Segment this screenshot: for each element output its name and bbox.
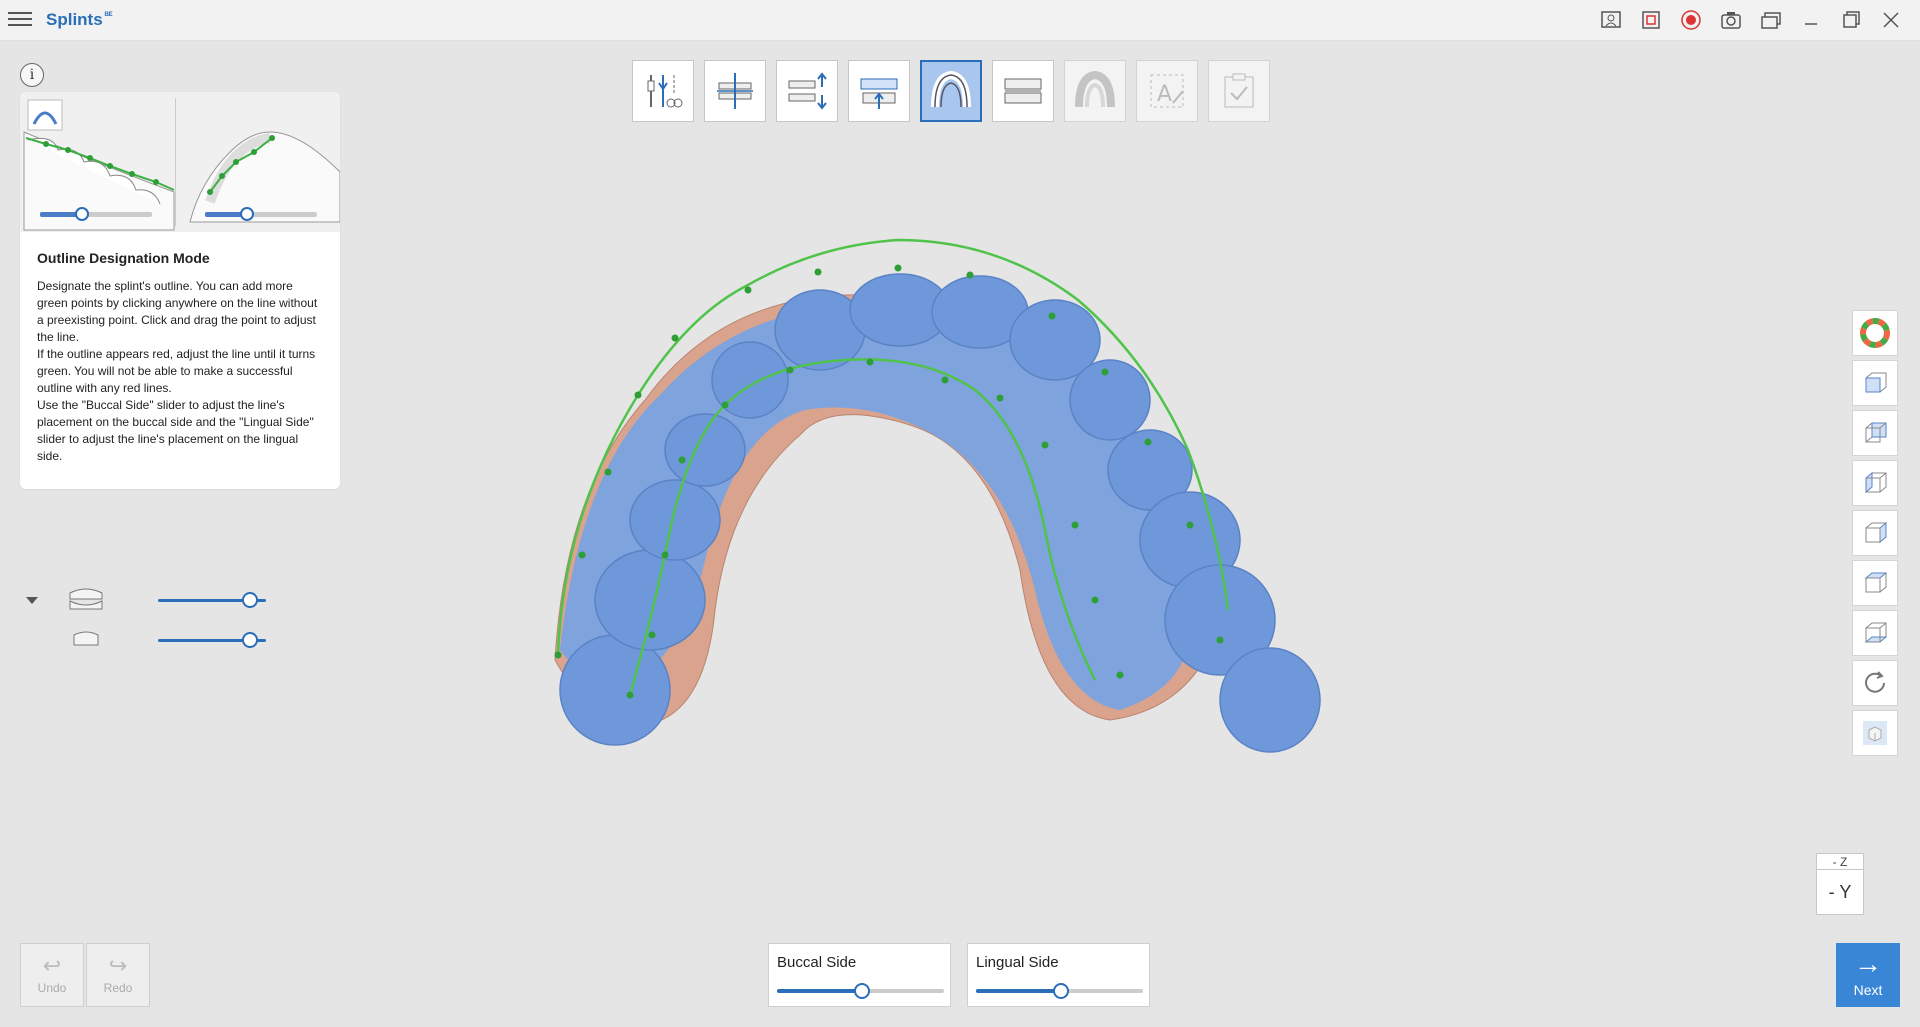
view-left-icon[interactable] <box>1852 460 1898 506</box>
guide-paragraph: Use the "Buccal Side" slider to adjust t… <box>37 398 314 463</box>
step-bite-adjust-icon[interactable] <box>776 60 838 122</box>
lingual-side-fill <box>976 989 1060 993</box>
view-back-icon[interactable] <box>1852 410 1898 456</box>
step-insertion-icon[interactable] <box>848 60 910 122</box>
guide-illustration <box>20 92 340 232</box>
capture-area-icon[interactable] <box>1634 6 1668 34</box>
app-title: Splints ᴮᴱ <box>46 10 113 29</box>
step-outline-icon[interactable] <box>920 60 982 122</box>
mandible-model-icon[interactable] <box>66 625 106 655</box>
title-bar: Splints ᴮᴱ <box>0 0 1920 41</box>
lingual-side-slider[interactable] <box>976 983 1143 999</box>
hamburger-menu-icon[interactable] <box>8 8 32 32</box>
mandible-opacity-knob[interactable] <box>242 632 258 648</box>
buccal-side-label: Buccal Side <box>777 954 857 971</box>
next-label: Next <box>1853 982 1883 998</box>
view-mode-icon[interactable] <box>1852 710 1898 756</box>
view-top-icon[interactable] <box>1852 560 1898 606</box>
buccal-side-slider[interactable] <box>777 983 944 999</box>
record-icon[interactable] <box>1674 6 1708 34</box>
minimize-icon[interactable] <box>1794 6 1828 34</box>
collapse-toggle-icon[interactable] <box>26 597 38 604</box>
guide-paragraph: If the outline appears red, adjust the l… <box>37 347 316 395</box>
outline-guide-illustration <box>23 99 340 231</box>
guide-paragraph: Designate the splint's outline. You can … <box>37 279 318 344</box>
step-finish-icon <box>1064 60 1126 122</box>
redo-button[interactable]: ↪ Redo <box>86 943 150 1007</box>
buccal-side-slider-panel: Buccal Side <box>768 943 951 1007</box>
step-trim-icon[interactable] <box>632 60 694 122</box>
model-opacity-controls <box>24 585 266 655</box>
next-arrow-icon: → <box>1854 948 1882 979</box>
lingual-side-slider-panel: Lingual Side <box>967 943 1150 1007</box>
mandible-row <box>66 625 266 655</box>
maxilla-opacity-knob[interactable] <box>242 592 258 608</box>
dental-arch-model[interactable] <box>500 220 1380 820</box>
history-controls: ↩ Undo ↪ Redo <box>20 943 150 1007</box>
redo-arrow-icon: ↪ <box>108 953 128 978</box>
view-front-icon[interactable] <box>1852 360 1898 406</box>
window-switch-icon[interactable] <box>1754 6 1788 34</box>
workflow-steps: A <box>632 60 1270 122</box>
redo-label: Redo <box>103 981 133 995</box>
help-manual-icon[interactable] <box>1594 6 1628 34</box>
beta-badge: ᴮᴱ <box>104 10 113 21</box>
undo-button[interactable]: ↩ Undo <box>20 943 84 1007</box>
step-splint-create-icon[interactable] <box>992 60 1054 122</box>
undo-label: Undo <box>37 981 67 995</box>
close-icon[interactable] <box>1874 6 1908 34</box>
guide-panel: Outline Designation Mode Designate the s… <box>20 92 340 489</box>
view-toolbar <box>1852 310 1898 756</box>
svg-text:A: A <box>1157 82 1172 107</box>
axis-indicator[interactable]: - Z - Y <box>1814 853 1866 917</box>
camera-icon[interactable] <box>1714 6 1748 34</box>
axis-y-label: - Y <box>1816 869 1864 915</box>
view-bottom-icon[interactable] <box>1852 610 1898 656</box>
info-button[interactable]: i <box>20 63 44 87</box>
maxilla-model-icon[interactable] <box>66 585 106 615</box>
step-check-icon <box>1208 60 1270 122</box>
3d-viewport[interactable] <box>500 220 1380 820</box>
maxilla-row <box>66 585 266 615</box>
step-text-icon: A <box>1136 60 1198 122</box>
view-right-icon[interactable] <box>1852 510 1898 556</box>
maximize-icon[interactable] <box>1834 6 1868 34</box>
color-wheel-icon[interactable] <box>1852 310 1898 356</box>
step-alignment-icon[interactable] <box>704 60 766 122</box>
undo-arrow-icon: ↩ <box>42 953 62 978</box>
reset-view-icon[interactable] <box>1852 660 1898 706</box>
buccal-side-fill <box>777 989 861 993</box>
buccal-side-knob[interactable] <box>853 983 870 999</box>
lingual-side-knob[interactable] <box>1052 983 1069 999</box>
next-button[interactable]: → Next <box>1836 943 1900 1007</box>
guide-title: Outline Designation Mode <box>37 250 210 266</box>
lingual-side-label: Lingual Side <box>976 954 1059 971</box>
